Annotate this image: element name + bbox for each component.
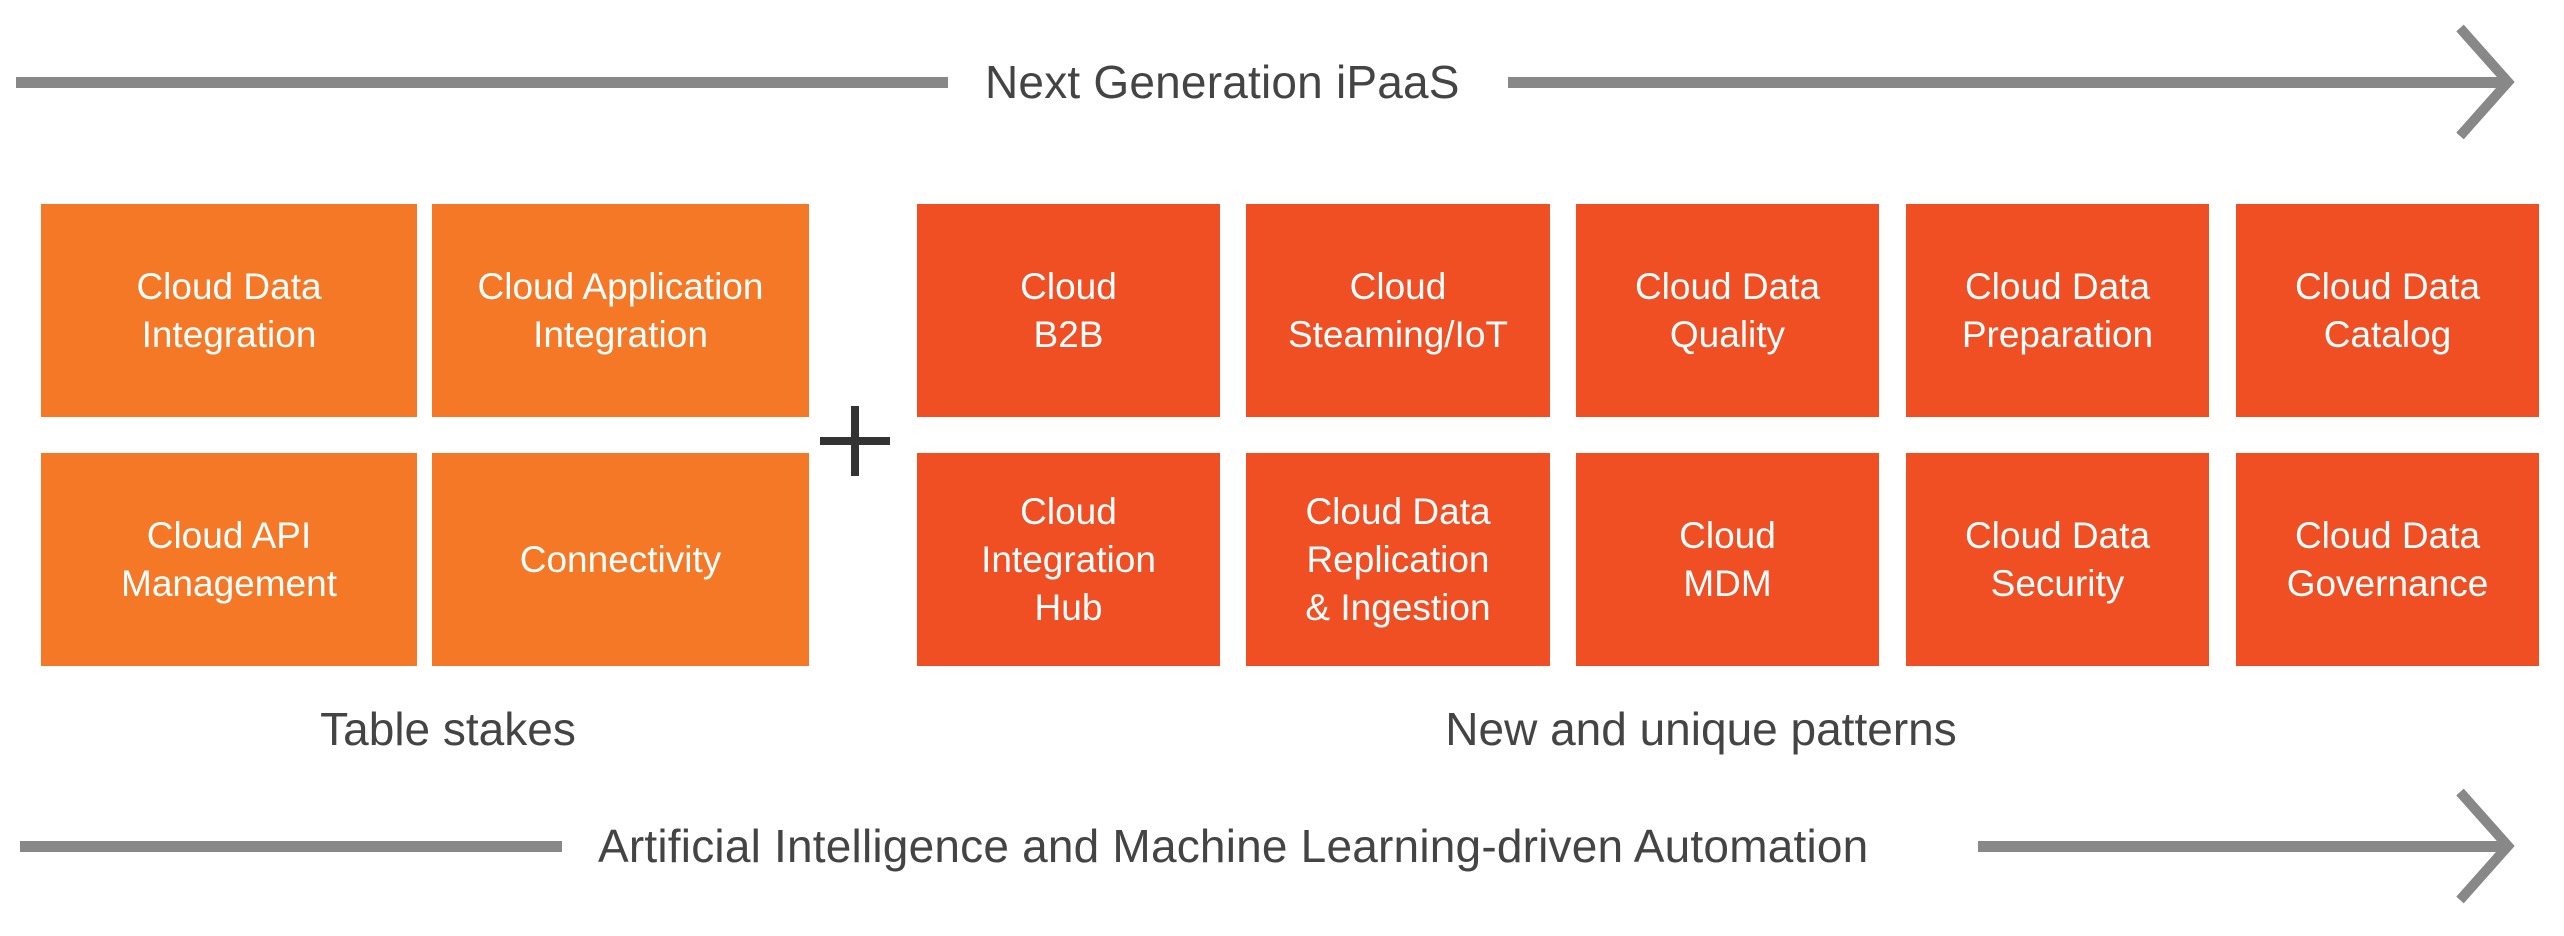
bottom-banner-label: Artificial Intelligence and Machine Lear… <box>598 820 1869 872</box>
table-stakes-label: Table stakes <box>320 703 576 755</box>
pattern-box-cloud-data-quality: Cloud Data Quality <box>1576 204 1879 417</box>
bottom-arrow-line-left <box>20 841 562 852</box>
new-patterns-label: New and unique patterns <box>1445 703 1957 755</box>
pattern-box-cloud-data-catalog: Cloud Data Catalog <box>2236 204 2539 417</box>
table-stakes-box-connectivity: Connectivity <box>432 453 809 666</box>
table-stakes-box-cloud-application-integration: Cloud Application Integration <box>432 204 809 417</box>
pattern-box-cloud-mdm: Cloud MDM <box>1576 453 1879 666</box>
pattern-box-cloud-data-replication-ingestion: Cloud Data Replication & Ingestion <box>1246 453 1550 666</box>
table-stakes-box-cloud-data-integration: Cloud Data Integration <box>41 204 417 417</box>
pattern-box-cloud-data-governance: Cloud Data Governance <box>2236 453 2539 666</box>
pattern-box-cloud-streaming-iot: Cloud Steaming/IoT <box>1246 204 1550 417</box>
bottom-arrow-line-right <box>1978 841 2506 852</box>
table-stakes-box-cloud-api-management: Cloud API Management <box>41 453 417 666</box>
pattern-box-cloud-b2b: Cloud B2B <box>917 204 1220 417</box>
top-arrow-line-right <box>1508 77 2506 88</box>
pattern-box-cloud-integration-hub: Cloud Integration Hub <box>917 453 1220 666</box>
top-banner-label: Next Generation iPaaS <box>985 56 1460 108</box>
top-arrow-line-left <box>16 77 948 88</box>
right-arrow-icon <box>2456 788 2515 904</box>
pattern-box-cloud-data-security: Cloud Data Security <box>1906 453 2209 666</box>
pattern-box-cloud-data-preparation: Cloud Data Preparation <box>1906 204 2209 417</box>
plus-icon <box>820 406 890 476</box>
right-arrow-icon <box>2456 24 2515 140</box>
